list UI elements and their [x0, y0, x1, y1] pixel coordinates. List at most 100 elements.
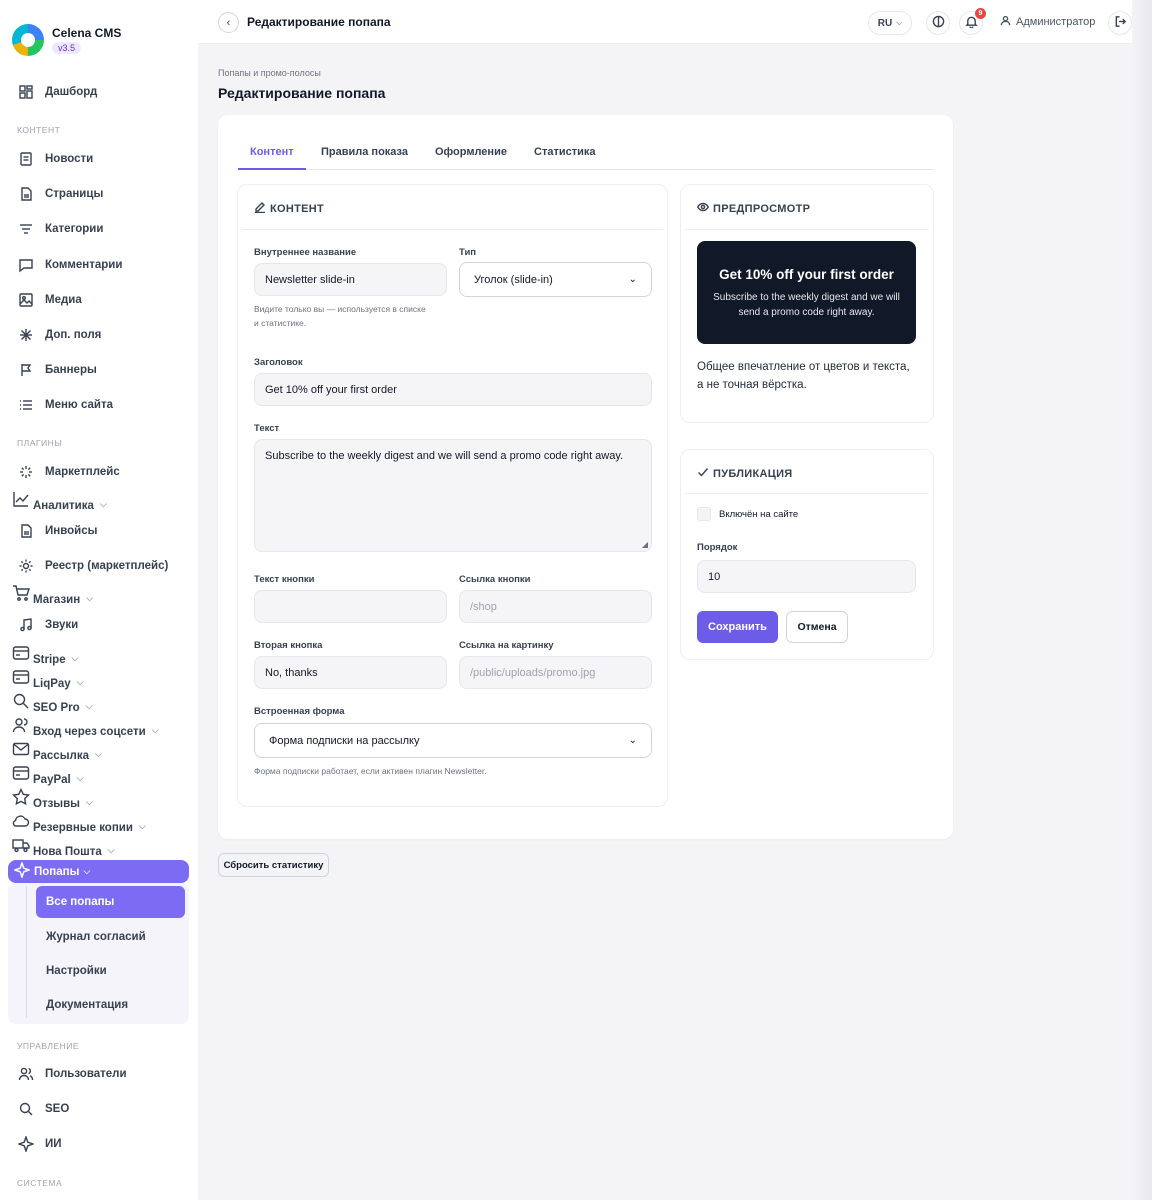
enabled-checkbox[interactable]: [697, 507, 711, 521]
button-text-input[interactable]: [254, 590, 447, 623]
chevron-down-icon: ⌵: [99, 499, 107, 509]
sidebar-group-liqpay[interactable]: LiqPay ⌵: [12, 668, 84, 690]
sidebar-item-invoices[interactable]: Инвойсы: [17, 522, 97, 540]
reset-statistics-button[interactable]: Сбросить статистику: [218, 853, 329, 877]
chevron-left-icon: ‹: [226, 16, 231, 29]
tab-content[interactable]: Контент: [250, 146, 294, 158]
invoice-icon: [17, 522, 35, 540]
content-panel-heading: КОНТЕНТ: [254, 201, 324, 216]
logo[interactable]: Celena CMS v3.5: [12, 24, 121, 56]
internal-name-input[interactable]: Newsletter slide-in: [254, 263, 447, 296]
grid-icon: [17, 83, 35, 101]
chevron-down-icon: ⌵: [151, 725, 159, 735]
sidebar-item-dashboard[interactable]: Дашборд: [17, 83, 97, 101]
preview-panel-heading: ПРЕДПРОСМОТР: [696, 201, 810, 216]
chevron-down-icon: ⌵: [85, 701, 93, 711]
mail-icon: [12, 740, 30, 761]
sidebar-group-analytics[interactable]: Аналитика ⌵: [12, 490, 107, 512]
sidebar-subitem-docs[interactable]: Документация: [46, 999, 128, 1011]
sidebar-group-seopro[interactable]: SEO Pro ⌵: [12, 692, 93, 714]
resize-handle-icon[interactable]: ◢: [642, 540, 648, 549]
chevron-down-icon: ⌵: [71, 653, 79, 663]
tab-statistics[interactable]: Статистика: [534, 146, 596, 158]
flag-icon: [17, 361, 35, 379]
sidebar-item-marketplace[interactable]: Маркетплейс: [17, 463, 120, 481]
text-label: Текст: [254, 423, 280, 434]
sidebar-group-nova-poshta[interactable]: Нова Пошта ⌵: [12, 836, 115, 858]
chevron-down-icon: ⌵: [83, 866, 91, 876]
heading-input[interactable]: Get 10% off your first order: [254, 373, 652, 406]
sidebar-item-ai[interactable]: ИИ: [17, 1135, 62, 1153]
save-button[interactable]: Сохранить: [697, 611, 778, 643]
topbar-title: Редактирование попапа: [247, 15, 391, 29]
sidebar-group-shop[interactable]: Магазин ⌵: [12, 584, 94, 606]
asterisk-icon: [17, 326, 35, 344]
order-input[interactable]: 10: [697, 560, 916, 593]
sidebar-group-popups[interactable]: Попапы ⌵: [8, 860, 189, 883]
news-icon: [17, 150, 35, 168]
gear-icon: [17, 557, 35, 575]
theme-toggle-button[interactable]: [926, 11, 950, 35]
sidebar-item-registry[interactable]: Реестр (маркетплейс): [17, 557, 168, 575]
users-icon: [17, 1065, 35, 1083]
credit-card-icon: [12, 764, 30, 785]
sidebar-item-menu[interactable]: Меню сайта: [17, 396, 113, 414]
second-button-input[interactable]: No, thanks: [254, 656, 447, 689]
sidebar-group-paypal[interactable]: PayPal ⌵: [12, 764, 84, 786]
sidebar-item-comments[interactable]: Комментарии: [17, 256, 122, 274]
embedded-form-hint: Форма подписки работает, если активен пл…: [254, 766, 487, 776]
check-icon: [697, 466, 709, 481]
sidebar-item-seo[interactable]: SEO: [17, 1100, 69, 1118]
sidebar-group-social-login[interactable]: Вход через соцсети ⌵: [12, 716, 159, 738]
chevron-down-icon: ⌵: [76, 677, 84, 687]
type-select[interactable]: Уголок (slide-in) ⌄: [459, 262, 652, 297]
image-link-label: Ссылка на картинку: [459, 640, 554, 651]
bell-icon: [964, 15, 978, 31]
filter-icon: [17, 220, 35, 238]
sidebar-item-news[interactable]: Новости: [17, 150, 93, 168]
loader-icon: [17, 463, 35, 481]
tab-display-rules[interactable]: Правила показа: [321, 146, 408, 158]
sidebar-item-categories[interactable]: Категории: [17, 220, 103, 238]
cancel-button[interactable]: Отмена: [786, 611, 848, 643]
back-button[interactable]: ‹: [218, 12, 239, 33]
tab-bar: Контент Правила показа Оформление Статис…: [238, 141, 934, 170]
sidebar-subitem-settings[interactable]: Настройки: [46, 965, 107, 977]
notification-badge: 9: [975, 8, 986, 19]
sidebar-item-sounds[interactable]: Звуки: [17, 616, 78, 634]
type-label: Тип: [459, 247, 477, 258]
preview-panel: ПРЕДПРОСМОТР Get 10% off your first orde…: [680, 184, 934, 423]
text-textarea[interactable]: Subscribe to the weekly digest and we wi…: [254, 439, 652, 552]
enabled-label[interactable]: Включён на сайте: [719, 509, 798, 520]
chevron-down-icon: ⌵: [138, 821, 146, 831]
tab-design[interactable]: Оформление: [435, 146, 507, 158]
sidebar-group-mailing[interactable]: Рассылка ⌵: [12, 740, 102, 762]
users-icon: [12, 716, 30, 737]
panel-divider: [685, 493, 929, 494]
submenu-guide-line: [26, 886, 27, 1018]
order-label: Порядок: [697, 542, 738, 553]
sidebar-group-backups[interactable]: Резервные копии ⌵: [12, 812, 146, 834]
user-menu[interactable]: Администратор: [1000, 15, 1095, 29]
chevron-down-icon: ⌵: [86, 593, 94, 603]
sidebar-subitem-consent-log[interactable]: Журнал согласий: [46, 931, 146, 943]
breadcrumb[interactable]: Попапы и промо-полосы: [218, 68, 321, 78]
chevron-down-icon: ⌵: [896, 18, 903, 27]
sidebar-subitem-all-popups[interactable]: Все попапы: [36, 886, 185, 918]
sidebar-item-pages[interactable]: Страницы: [17, 185, 103, 203]
sidebar-group-reviews[interactable]: Отзывы ⌵: [11, 787, 93, 810]
sidebar-item-users[interactable]: Пользователи: [17, 1065, 127, 1083]
sidebar-item-media[interactable]: Медиа: [17, 291, 82, 309]
embedded-form-select[interactable]: Форма подписки на рассылку ⌄: [254, 723, 652, 758]
sidebar-item-custom-fields[interactable]: Доп. поля: [17, 326, 101, 344]
language-select[interactable]: RU ⌵: [868, 11, 912, 35]
logout-button[interactable]: [1108, 11, 1132, 35]
sidebar-item-banners[interactable]: Баннеры: [17, 361, 97, 379]
button-link-input[interactable]: /shop: [459, 590, 652, 623]
sidebar-group-stripe[interactable]: Stripe ⌵: [12, 644, 79, 666]
user-icon: [1000, 15, 1011, 29]
app-name: Celena CMS: [52, 26, 122, 40]
image-link-input[interactable]: /public/uploads/promo.jpg: [459, 656, 652, 689]
credit-card-icon: [12, 668, 30, 689]
version-badge: v3.5: [52, 42, 82, 54]
